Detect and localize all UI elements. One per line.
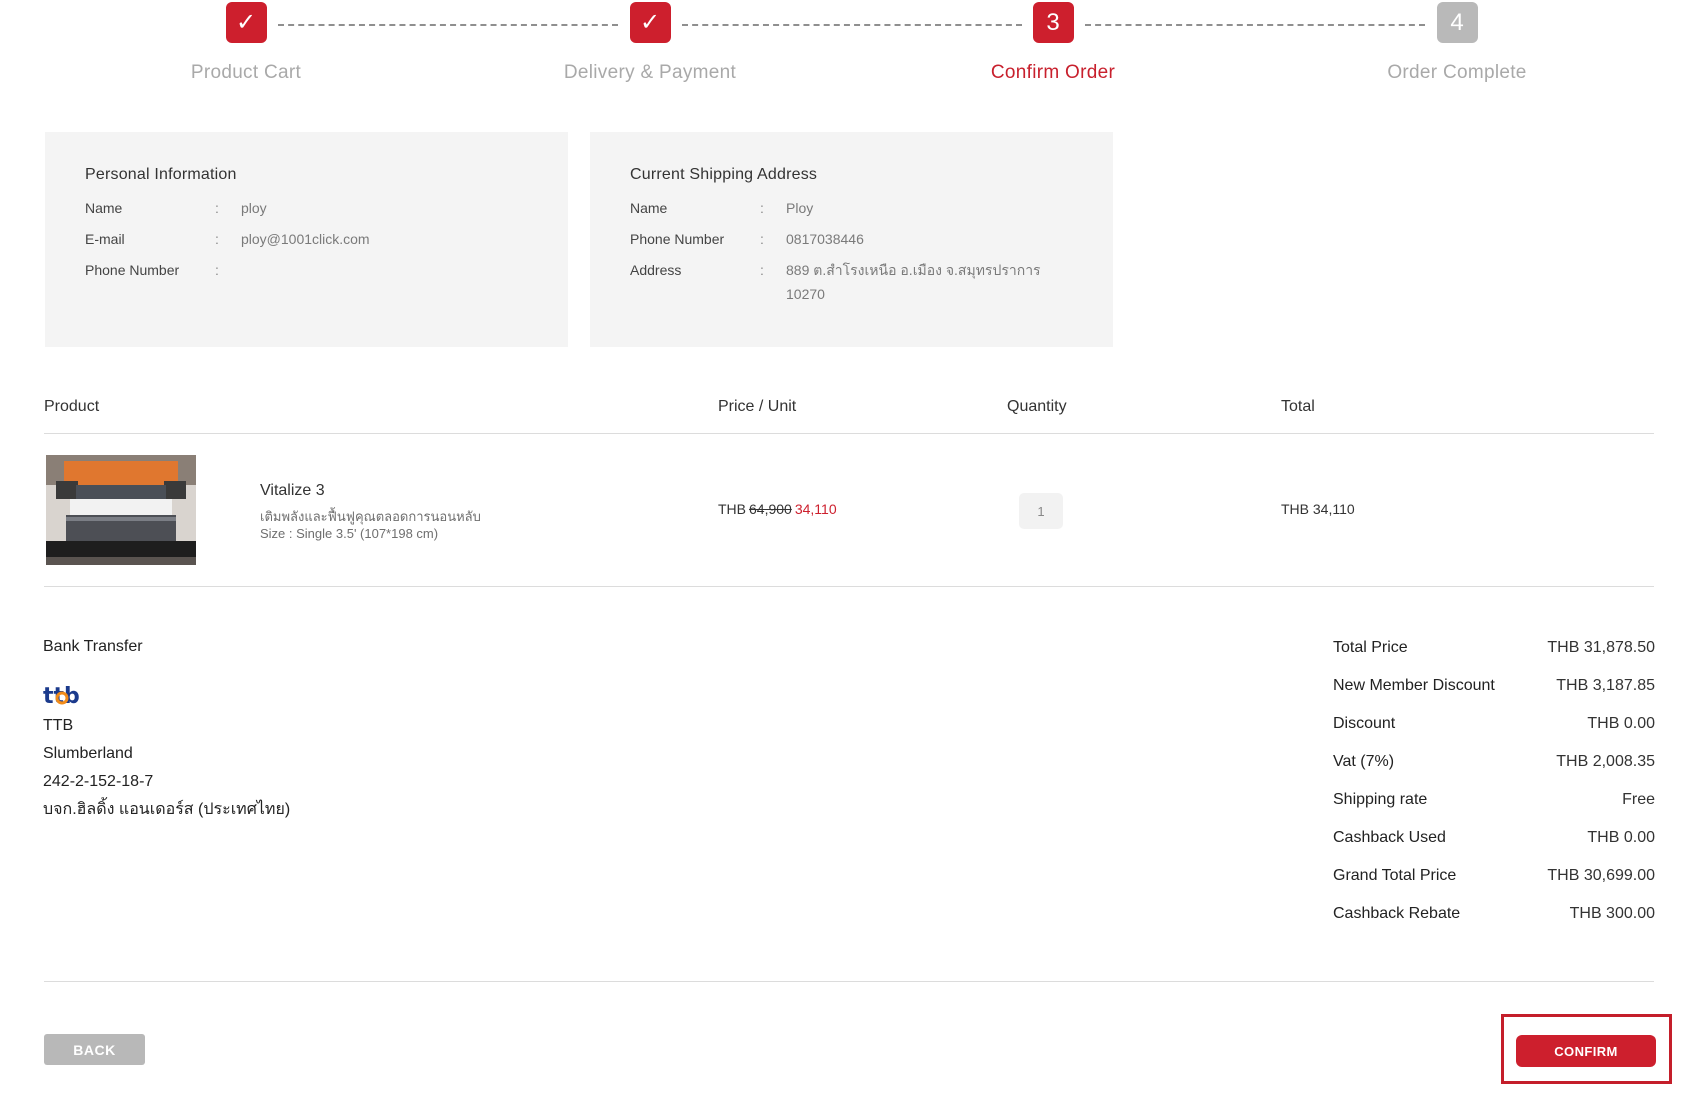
info-row-phone: Phone Number :: [85, 260, 528, 280]
personal-information-card: Personal Information Name : ploy E-mail …: [45, 132, 568, 347]
ttb-logo-mark: ttb: [43, 684, 80, 709]
checkout-stepper: ✓ Product Cart ✓ Delivery & Payment 3 Co…: [0, 2, 1697, 92]
ttb-logo: ttb: [43, 682, 290, 709]
summary-label: Discount: [1333, 715, 1396, 732]
colon: :: [215, 262, 219, 278]
unit-price: THB 64,900 34,110: [718, 501, 837, 517]
colon: :: [760, 262, 764, 278]
account-number: 242-2-152-18-7: [43, 773, 154, 790]
info-value: 0817038446: [786, 231, 864, 247]
old-price: 64,900: [749, 501, 792, 517]
summary-value: THB 30,699.00: [1547, 867, 1655, 884]
payment-method-title: Bank Transfer: [43, 638, 143, 655]
summary-value: Free: [1622, 791, 1655, 808]
summary-label: Vat (7%): [1333, 753, 1395, 770]
step-label: Confirm Order: [990, 62, 1116, 83]
product-size: Size : Single 3.5' (107*198 cm): [260, 526, 439, 541]
check-icon: ✓: [225, 2, 267, 43]
info-label: E-mail: [85, 231, 125, 247]
colon: :: [215, 200, 219, 216]
colon: :: [760, 231, 764, 247]
info-label: Name: [85, 200, 123, 216]
card-title: Current Shipping Address: [630, 166, 818, 183]
info-value: 889 ต.สำโรงเหนือ อ.เมือง จ.สมุทรปราการ 1…: [786, 258, 1073, 306]
summary-label: Cashback Used: [1333, 829, 1446, 846]
mattress-picture: [46, 455, 196, 565]
info-row-name: Name : ploy: [85, 198, 528, 220]
summary-value: THB 300.00: [1569, 905, 1655, 922]
step-number: 3: [1032, 2, 1074, 43]
summary-value: THB 3,187.85: [1556, 677, 1655, 694]
table-row: Vitalize 3 เติมพลังและฟื้นฟูคุณตลอดการนอ…: [44, 434, 1654, 587]
bank-transfer-section: Bank Transfer ttb TTB Slumberland 242-2-…: [43, 638, 290, 828]
footer-divider: [44, 981, 1654, 982]
info-label: Name: [630, 200, 668, 216]
column-header-price: Price / Unit: [718, 398, 797, 415]
info-row-address: Address : 889 ต.สำโรงเหนือ อ.เมือง จ.สมุ…: [630, 260, 1073, 306]
company-name: บจก.ฮิลดิ้ง แอนเดอร์ส (ประเทศไทย): [43, 801, 291, 818]
order-summary: Total Price THB 31,878.50 New Member Dis…: [1333, 638, 1655, 942]
shipping-address-card: Current Shipping Address Name : Ploy Pho…: [590, 132, 1113, 347]
step-delivery-payment: ✓ Delivery & Payment: [530, 2, 770, 84]
summary-row: Grand Total Price THB 30,699.00: [1333, 866, 1655, 904]
summary-label: Total Price: [1333, 639, 1408, 656]
product-name: Vitalize 3: [260, 482, 325, 499]
summary-value: THB 31,878.50: [1547, 639, 1655, 656]
summary-value: THB 0.00: [1587, 829, 1655, 846]
currency: THB: [718, 501, 746, 517]
back-button[interactable]: BACK: [44, 1034, 145, 1065]
info-value: Ploy: [786, 200, 814, 216]
check-icon: ✓: [629, 2, 671, 43]
summary-value: THB 2,008.35: [1556, 753, 1655, 770]
summary-row: Cashback Rebate THB 300.00: [1333, 904, 1655, 942]
product-description: เติมพลังและฟื้นฟูคุณตลอดการนอนหลับ: [260, 509, 481, 524]
info-value: ploy@1001click.com: [241, 231, 370, 247]
column-header-total: Total: [1281, 398, 1315, 415]
info-label: Phone Number: [630, 231, 725, 247]
address-line: 10270: [786, 286, 825, 302]
summary-label: New Member Discount: [1333, 677, 1495, 694]
address-line: 889 ต.สำโรงเหนือ อ.เมือง จ.สมุทรปราการ: [786, 262, 1041, 278]
info-row-name: Name : Ploy: [630, 198, 1073, 220]
summary-label: Cashback Rebate: [1333, 905, 1461, 922]
step-confirm-order: 3 Confirm Order: [933, 2, 1173, 84]
info-value: ploy: [241, 200, 267, 216]
info-label: Phone Number: [85, 262, 180, 278]
quantity-display: 1: [1019, 493, 1063, 529]
colon: :: [760, 200, 764, 216]
step-number: 4: [1436, 2, 1478, 43]
product-image: [46, 455, 196, 565]
info-value: [241, 258, 528, 280]
info-label: Address: [630, 262, 682, 278]
account-name: Slumberland: [43, 745, 133, 762]
confirm-highlight-frame: CONFIRM: [1501, 1014, 1672, 1084]
bank-name: TTB: [43, 717, 74, 734]
summary-row: Cashback Used THB 0.00: [1333, 828, 1655, 866]
card-title: Personal Information: [85, 166, 237, 183]
step-product-cart: ✓ Product Cart: [126, 2, 366, 84]
colon: :: [215, 231, 219, 247]
column-header-quantity: Quantity: [1007, 398, 1067, 415]
row-total: THB 34,110: [1281, 501, 1355, 517]
step-label: Delivery & Payment: [563, 62, 737, 83]
new-price: 34,110: [794, 501, 837, 517]
summary-label: Shipping rate: [1333, 791, 1428, 808]
step-label: Product Cart: [190, 62, 302, 83]
summary-row: Shipping rate Free: [1333, 790, 1655, 828]
summary-label: Grand Total Price: [1333, 867, 1457, 884]
summary-value: THB 0.00: [1587, 715, 1655, 732]
summary-row: New Member Discount THB 3,187.85: [1333, 676, 1655, 714]
summary-row: Total Price THB 31,878.50: [1333, 638, 1655, 676]
info-row-email: E-mail : ploy@1001click.com: [85, 229, 528, 251]
column-header-product: Product: [44, 398, 100, 415]
confirm-button[interactable]: CONFIRM: [1516, 1035, 1656, 1067]
product-table-header: Product Price / Unit Quantity Total: [44, 398, 1654, 434]
info-row-phone: Phone Number : 0817038446: [630, 229, 1073, 251]
step-label: Order Complete: [1387, 62, 1527, 83]
summary-row: Vat (7%) THB 2,008.35: [1333, 752, 1655, 790]
step-order-complete: 4 Order Complete: [1337, 2, 1577, 84]
summary-row: Discount THB 0.00: [1333, 714, 1655, 752]
